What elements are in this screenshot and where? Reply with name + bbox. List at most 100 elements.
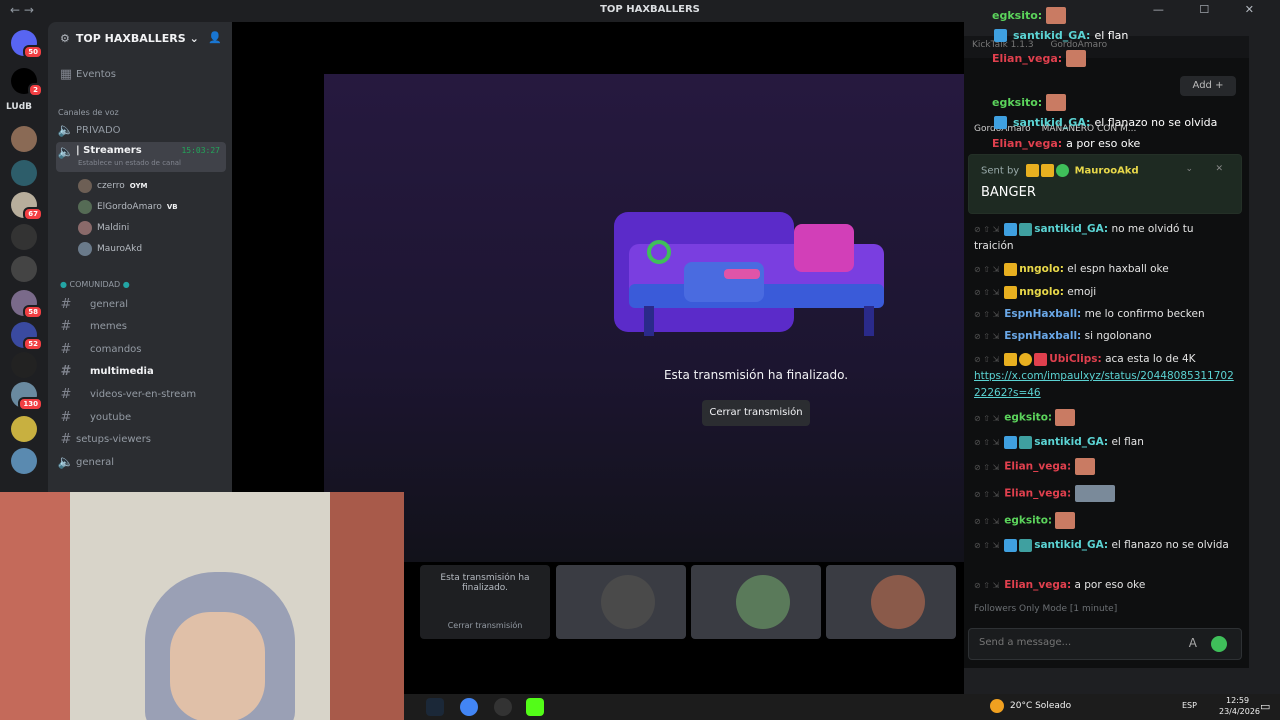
voice-channel-general[interactable]: 🔈 general: [56, 452, 226, 472]
guild-name: TOP HAXBALLERS: [75, 31, 186, 45]
badge-icon: [1004, 435, 1018, 449]
voice-user[interactable]: MauroAkd: [78, 242, 142, 256]
server-icon[interactable]: [11, 416, 37, 442]
server-icon[interactable]: [11, 352, 37, 378]
steam-icon[interactable]: [426, 698, 444, 716]
chat-username[interactable]: Elian_vega:: [1004, 488, 1071, 500]
server-icon[interactable]: [11, 160, 37, 186]
chat-username[interactable]: Elian_vega:: [1004, 461, 1071, 473]
channel-status-hint[interactable]: Establece un estado de canal: [78, 159, 181, 167]
message-actions-icon[interactable]: ⊘ ⇧ ⇲: [974, 310, 999, 319]
chat-username[interactable]: nngolo:: [1019, 286, 1064, 298]
guild-header[interactable]: ⚙ TOP HAXBALLERS ⌄ 👤: [48, 22, 232, 54]
chat-text: el espn haxball oke: [1067, 263, 1169, 275]
text-channel-comandos[interactable]: # comandos: [56, 339, 226, 359]
chat-username[interactable]: santikid_GA:: [1034, 223, 1108, 235]
chat-message-input[interactable]: [979, 637, 1159, 648]
voice-category[interactable]: Canales de voz: [58, 108, 119, 117]
couch-illustration: [614, 212, 884, 336]
voice-user[interactable]: ElGordoAmaro VB: [78, 200, 178, 214]
clock-time[interactable]: 12:59: [1226, 696, 1249, 705]
server-icon[interactable]: [11, 448, 37, 474]
chat-text: el flan: [1111, 436, 1144, 448]
chat-username[interactable]: santikid_GA:: [1034, 539, 1108, 551]
chat-username[interactable]: egksito:: [1004, 515, 1052, 527]
chat-link[interactable]: https://x.com/impaulxyz/status/204480853…: [974, 368, 1236, 402]
message-actions-icon[interactable]: ⊘ ⇧ ⇲: [974, 581, 999, 590]
server-label-ludb[interactable]: LUdB: [6, 102, 32, 112]
server-icon[interactable]: 52: [11, 322, 43, 351]
message-actions-icon[interactable]: ⊘ ⇧ ⇲: [974, 517, 999, 526]
message-actions-icon[interactable]: ⊘ ⇧ ⇲: [974, 438, 999, 447]
chat-username[interactable]: egksito:: [1004, 412, 1052, 424]
chat-username[interactable]: nngolo:: [1019, 263, 1064, 275]
language-indicator[interactable]: ESP: [1182, 701, 1197, 710]
weather-text[interactable]: 20°C Soleado: [1010, 701, 1071, 711]
channel-label: | Streamers: [76, 145, 142, 156]
translate-icon[interactable]: A: [1189, 636, 1197, 650]
message-actions-icon[interactable]: ⊘ ⇧ ⇲: [974, 490, 999, 499]
server-icon[interactable]: [11, 256, 37, 282]
overlay-message: Elian_vega: a por eso oke: [992, 137, 1140, 150]
notification-icon[interactable]: ▭: [1260, 700, 1270, 713]
chat-username[interactable]: EspnHaxball:: [1004, 308, 1081, 320]
text-channel-videos[interactable]: # videos-ver-en-stream: [56, 384, 226, 404]
followers-mode-notice: Followers Only Mode [1 minute]: [968, 604, 1242, 620]
pinned-message[interactable]: Sent by MaurooAkd BANGER ⌄ ✕: [968, 154, 1242, 214]
message-actions-icon[interactable]: ⊘ ⇧ ⇲: [974, 225, 999, 234]
events-link[interactable]: ▦ Eventos: [56, 64, 226, 84]
text-channel-youtube[interactable]: # youtube: [56, 407, 226, 427]
chat-username[interactable]: EspnHaxball:: [1004, 330, 1081, 342]
message-actions-icon[interactable]: ⊘ ⇧ ⇲: [974, 355, 999, 364]
emote-picker-icon[interactable]: [1211, 636, 1227, 652]
server-icon[interactable]: 130: [11, 382, 43, 411]
message-actions-icon[interactable]: ⊘ ⇧ ⇲: [974, 541, 999, 550]
message-actions-icon[interactable]: ⊘ ⇧ ⇲: [974, 332, 999, 341]
message-actions-icon[interactable]: ⊘ ⇧ ⇲: [974, 288, 999, 297]
voice-user[interactable]: czerro OYM: [78, 179, 148, 193]
badge-icon: [1004, 538, 1018, 552]
message-actions-icon[interactable]: ⊘ ⇧ ⇲: [974, 265, 999, 274]
chat-link-text[interactable]: https://x.com/impaulxyz/status/204480853…: [974, 370, 1234, 399]
server-icon[interactable]: [11, 126, 37, 152]
chat-message: ⊘ ⇧ ⇲ Elian_vega: a por eso oke: [974, 577, 1236, 594]
voice-timer: 15:03:27: [181, 146, 220, 155]
text-channel-memes[interactable]: # memes: [56, 316, 226, 336]
window-controls[interactable]: — ☐ ✕: [1153, 3, 1270, 16]
obs-icon[interactable]: [494, 698, 512, 716]
voice-user-name: MauroAkd: [97, 244, 143, 254]
kick-icon[interactable]: [526, 698, 544, 716]
thumbnail-ended[interactable]: Esta transmisión ha finalizado. Cerrar t…: [420, 565, 550, 639]
voice-channel-streamers[interactable]: 🔈 | Streamers 15:03:27 Establece un esta…: [56, 142, 226, 172]
server-icon[interactable]: 67: [11, 192, 43, 221]
text-channel-setups[interactable]: # setups-viewers: [56, 429, 226, 449]
clock-date[interactable]: 23/4/2026: [1219, 707, 1260, 716]
thumbnail-close-text[interactable]: Cerrar transmisión: [428, 621, 542, 630]
thumbnail-user[interactable]: [556, 565, 686, 639]
message-actions-icon[interactable]: ⊘ ⇧ ⇲: [974, 414, 999, 423]
emote: [1066, 50, 1087, 67]
chat-username[interactable]: Elian_vega:: [1004, 579, 1071, 591]
hash-icon: #: [60, 409, 72, 425]
thumbnail-user[interactable]: [691, 565, 821, 639]
overlay-username: santikid_GA:: [1013, 116, 1091, 129]
server-icon[interactable]: [11, 224, 37, 250]
add-button[interactable]: Add +: [1180, 76, 1236, 96]
text-channel-general[interactable]: # general: [56, 294, 226, 314]
server-icon[interactable]: 58: [11, 290, 43, 319]
thumbnail-user[interactable]: [826, 565, 956, 639]
unpin-icon[interactable]: ✕: [1215, 164, 1223, 174]
text-channel-multimedia[interactable]: # multimedia: [56, 361, 226, 381]
server-icon[interactable]: 2: [11, 68, 43, 97]
community-category[interactable]: ● COMUNIDAD ●: [60, 280, 130, 289]
add-user-icon[interactable]: 👤: [208, 31, 222, 44]
chat-username[interactable]: santikid_GA:: [1034, 436, 1108, 448]
chrome-icon[interactable]: [460, 698, 478, 716]
chevron-down-icon[interactable]: ⌄: [1185, 164, 1193, 174]
discord-home-icon[interactable]: 50: [11, 30, 43, 59]
voice-user[interactable]: Maldini: [78, 221, 129, 235]
message-actions-icon[interactable]: ⊘ ⇧ ⇲: [974, 463, 999, 472]
voice-channel-private[interactable]: 🔈 PRIVADO: [56, 120, 226, 140]
chat-username[interactable]: UbiClips:: [1049, 353, 1102, 365]
close-stream-button[interactable]: Cerrar transmisión: [702, 400, 810, 426]
